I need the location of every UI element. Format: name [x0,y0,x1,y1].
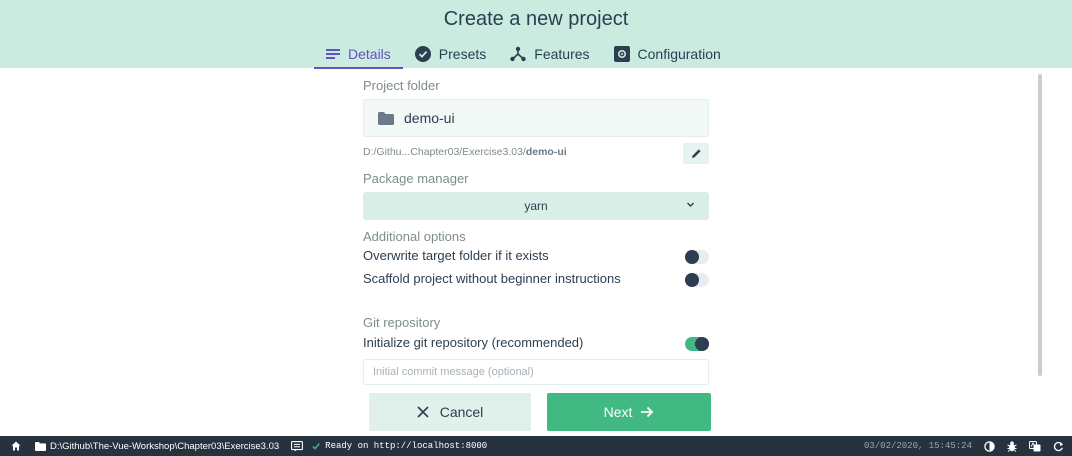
project-path: D:/Githu...Chapter03/Exercise3.03/demo-u… [363,146,567,158]
project-path-folder: demo-ui [525,146,567,158]
bug-icon[interactable] [1007,440,1017,452]
home-icon[interactable] [11,441,21,451]
terminal-icon[interactable] [291,440,304,452]
scaffold-toggle[interactable] [685,273,709,287]
dark-mode-icon[interactable] [984,440,995,452]
status-bar: D:\Github\The-Vue-Workshop\Chapter03\Exe… [0,436,1072,456]
status-path: D:\Github\The-Vue-Workshop\Chapter03\Exe… [50,440,280,452]
tab-features[interactable]: Features [498,40,601,68]
scaffold-option: Scaffold project without beginner instru… [363,271,709,289]
refresh-icon[interactable] [1053,441,1064,452]
package-manager-label: Package manager [363,171,469,186]
cancel-label: Cancel [439,404,484,420]
folder-icon [35,441,46,451]
tab-presets[interactable]: Presets [403,40,498,68]
overwrite-folder-label: Overwrite target folder if it exists [363,248,549,263]
toggle-knob [685,250,699,264]
next-label: Next [603,404,633,420]
tab-configuration[interactable]: Configuration [602,40,733,68]
scaffold-label: Scaffold project without beginner instru… [363,271,621,286]
cancel-button[interactable]: Cancel [369,393,531,431]
package-manager-value: yarn [524,199,548,213]
next-button[interactable]: Next [547,393,711,431]
settings-box-icon [613,46,630,62]
arrow-right-icon [641,406,654,418]
status-folder[interactable]: D:\Github\The-Vue-Workshop\Chapter03\Exe… [35,441,279,452]
git-repository-label: Git repository [363,315,441,330]
header: Create a new project Details Presets Fea… [0,0,1072,69]
project-path-prefix: D:/Githu...Chapter03/Exercise3.03/ [363,146,526,158]
project-folder-value: demo-ui [404,110,455,126]
close-icon [417,406,429,418]
graph-icon [510,46,526,62]
check-circle-icon [414,46,431,62]
tab-bar: Details Presets Features Configuration [314,40,733,69]
git-init-label: Initialize git repository (recommended) [363,335,584,350]
overwrite-folder-toggle[interactable] [685,250,709,264]
toggle-knob [685,273,699,287]
toggle-knob [695,337,709,351]
edit-path-button[interactable] [683,143,709,164]
package-manager-select[interactable]: yarn [363,192,709,220]
commit-message-input[interactable] [363,359,709,385]
tab-configuration-label: Configuration [637,46,721,62]
folder-icon [378,111,394,125]
check-icon [312,442,321,450]
overwrite-folder-option: Overwrite target folder if it exists [363,248,709,266]
project-folder-label: Project folder [363,78,440,93]
git-init-option: Initialize git repository (recommended) [363,335,709,353]
list-icon [326,48,340,60]
page-title: Create a new project [443,8,629,30]
project-folder-field[interactable]: demo-ui [363,99,709,137]
tab-details-label: Details [348,46,391,62]
status-datetime: 03/02/2020, 15:45:24 [863,441,972,451]
git-init-toggle[interactable] [685,337,709,351]
tab-features-label: Features [534,46,590,62]
ready-message: Ready on http://localhost:8000 [325,441,488,451]
tab-details[interactable]: Details [314,40,403,69]
status-right: 03/02/2020, 15:45:24 [864,436,1064,456]
pencil-icon [691,148,702,159]
chevron-down-icon [686,200,695,209]
status-ready: Ready on http://localhost:8000 [312,441,487,451]
translate-icon[interactable] [1029,440,1041,452]
additional-options-label: Additional options [363,229,466,244]
tab-presets-label: Presets [438,46,487,62]
scrollbar[interactable] [1038,74,1042,376]
